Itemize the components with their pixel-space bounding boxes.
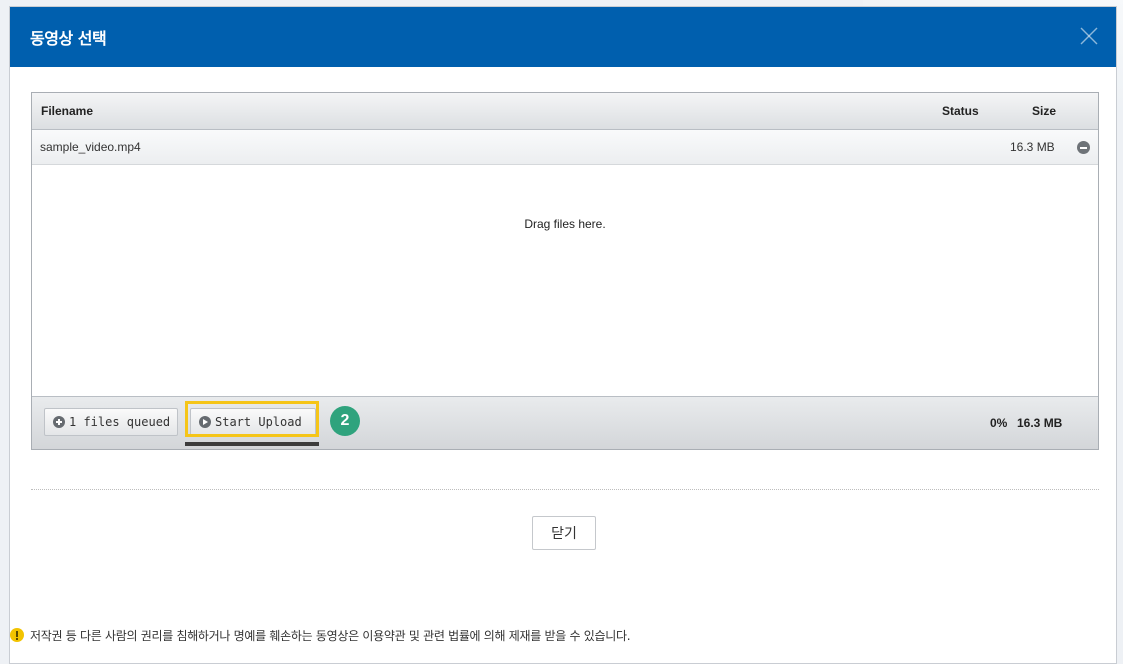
file-uploader: Filename Status Size sample_video.mp4 16… — [31, 92, 1099, 450]
start-upload-label: Start Upload — [215, 415, 302, 429]
close-button[interactable]: 닫기 — [532, 516, 596, 550]
upload-percent: 0% — [990, 416, 1008, 430]
file-name: sample_video.mp4 — [40, 140, 141, 154]
upload-total-size: 16.3 MB — [1017, 416, 1063, 430]
drop-zone[interactable]: Drag files here. — [32, 165, 1098, 397]
video-select-dialog: 동영상 선택 Filename Status Size sample_video… — [9, 6, 1117, 664]
step-badge: 2 — [330, 406, 360, 436]
notice-text: 저작권 등 다른 사람의 권리를 침해하거나 명예를 훼손하는 동영상은 이용약… — [30, 629, 631, 643]
uploader-footer: 1 files queued Start Upload 2 0% 16.3 MB — [32, 396, 1098, 449]
dialog-title: 동영상 선택 — [30, 29, 107, 48]
remove-file-icon[interactable] — [1077, 141, 1090, 154]
arrow-right-icon — [199, 416, 211, 428]
divider — [31, 489, 1099, 490]
close-icon[interactable] — [1078, 25, 1100, 47]
dialog-header: 동영상 선택 — [10, 7, 1116, 67]
add-files-button[interactable]: 1 files queued — [44, 408, 178, 436]
highlight-underline — [185, 442, 319, 446]
file-size: 16.3 MB — [1010, 140, 1055, 154]
column-filename: Filename — [41, 104, 94, 118]
column-status: Status — [942, 104, 979, 118]
warning-icon — [10, 628, 24, 642]
file-list-header: Filename Status Size — [32, 93, 1098, 130]
column-size: Size — [1032, 104, 1057, 118]
file-row: sample_video.mp4 16.3 MB — [32, 130, 1098, 165]
add-files-label: 1 files queued — [69, 415, 171, 429]
start-upload-button[interactable]: Start Upload — [190, 408, 316, 436]
plus-icon — [53, 416, 65, 428]
drop-hint: Drag files here. — [524, 217, 606, 231]
